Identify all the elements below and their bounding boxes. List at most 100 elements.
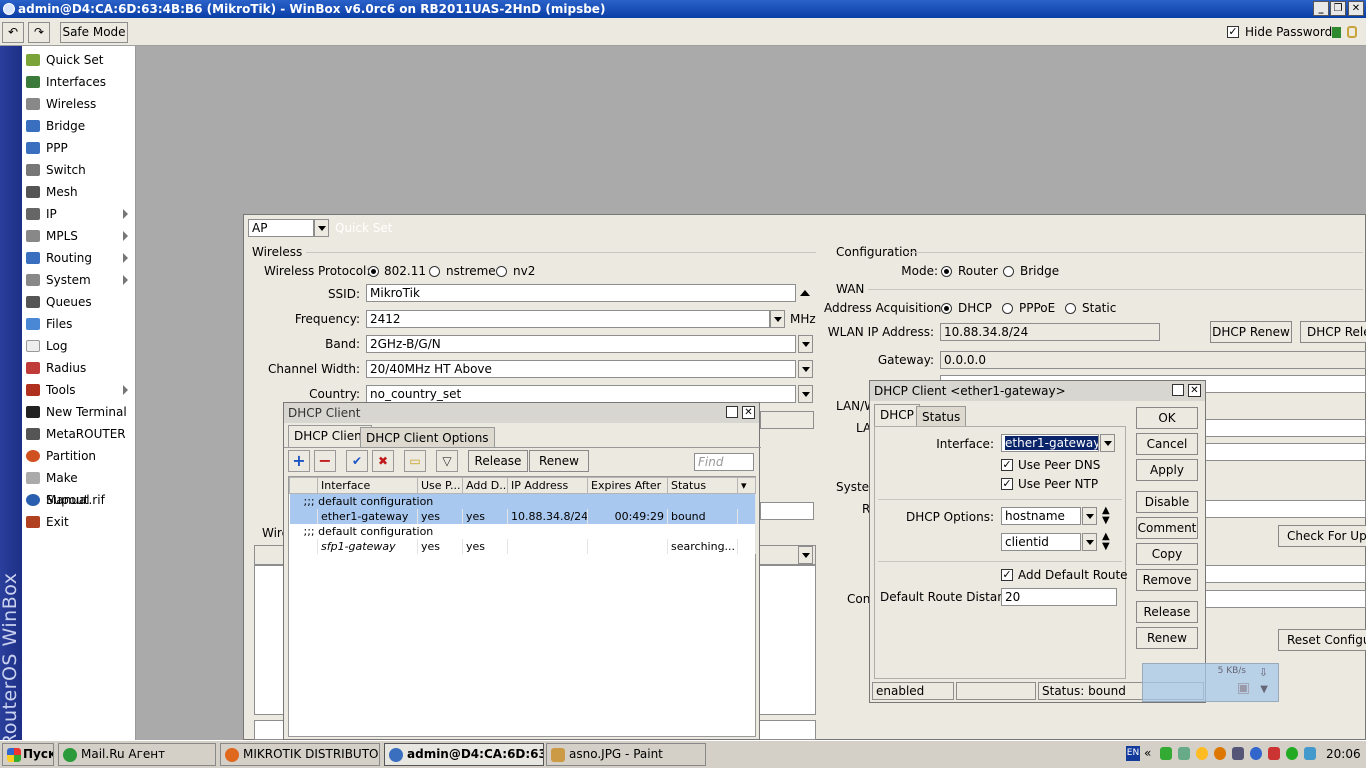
mode-router-radio[interactable] <box>941 266 952 277</box>
dhcp-renew-button[interactable]: DHCP Renew <box>1210 321 1292 343</box>
renew-button[interactable]: Renew <box>529 450 589 472</box>
hidden-field-2[interactable] <box>760 502 814 520</box>
cancel-button[interactable]: Cancel <box>1136 433 1198 455</box>
close-icon[interactable]: ✕ <box>1348 1 1364 16</box>
use-peer-ntp-checkbox[interactable]: ✓ <box>1001 478 1013 490</box>
dhcp-option-1-dropdown-icon[interactable] <box>1082 507 1097 525</box>
start-button[interactable]: Пуск <box>2 743 54 766</box>
tray-expand-icon[interactable]: « <box>1144 746 1151 760</box>
use-peer-dns-checkbox[interactable]: ✓ <box>1001 459 1013 471</box>
sidebar-item-mpls[interactable]: MPLS <box>22 225 136 247</box>
col-ip-address[interactable]: IP Address <box>507 477 588 494</box>
tray-mail-icon[interactable] <box>1196 747 1208 760</box>
hide-passwords-checkbox[interactable]: ✓ <box>1227 26 1239 38</box>
sidebar-item-ppp[interactable]: PPP <box>22 137 136 159</box>
dhcp-option-2-dropdown-icon[interactable] <box>1082 533 1097 551</box>
sidebar-item-make-supout[interactable]: Make Supout.rif <box>22 467 136 507</box>
sidebar-item-bridge[interactable]: Bridge <box>22 115 136 137</box>
interface-field[interactable]: ether1-gateway <box>1001 434 1099 452</box>
safe-mode-button[interactable]: Safe Mode <box>60 22 128 43</box>
comment-icon[interactable]: ▭ <box>404 450 426 472</box>
disable-x-icon[interactable]: ✖ <box>372 450 394 472</box>
sidebar-item-queues[interactable]: Queues <box>22 291 136 313</box>
tray-volume-icon[interactable] <box>1304 747 1316 760</box>
acq-pppoe-radio[interactable] <box>1002 303 1013 314</box>
col-add-default[interactable]: Add D... <box>462 477 508 494</box>
add-default-route-checkbox[interactable]: ✓ <box>1001 569 1013 581</box>
col-use-peer[interactable]: Use P... <box>417 477 463 494</box>
tab-dhcp-client-options[interactable]: DHCP Client Options <box>360 427 495 447</box>
redo-icon[interactable]: ↷ <box>28 22 50 43</box>
table-row[interactable]: ether1-gateway yes yes 10.88.34.8/24 00:… <box>289 508 756 524</box>
ok-button[interactable]: OK <box>1136 407 1198 429</box>
remove-icon[interactable]: − <box>314 450 336 472</box>
sidebar-item-system[interactable]: System <box>22 269 136 291</box>
dhcp-client-title[interactable]: DHCP Client <box>284 403 759 423</box>
sidebar-item-metarouter[interactable]: MetaROUTER <box>22 423 136 445</box>
quickset-mode-select[interactable]: AP <box>248 219 314 237</box>
taskbar-item-paint[interactable]: asno.JPG - Paint <box>546 743 706 766</box>
tray-power-icon[interactable] <box>1250 747 1262 760</box>
protocol-nv2-radio[interactable] <box>496 266 507 277</box>
tray-network-icon[interactable] <box>1232 747 1244 760</box>
tray-app-icon[interactable] <box>1178 747 1190 760</box>
sidebar-item-partition[interactable]: Partition <box>22 445 136 467</box>
country-dropdown-icon[interactable] <box>798 385 813 403</box>
router-identity-field[interactable] <box>1204 500 1366 518</box>
table-row[interactable]: ;;; default configuration <box>289 493 756 509</box>
frequency-dropdown-icon[interactable] <box>770 310 785 328</box>
sidebar-item-tools[interactable]: Tools <box>22 379 136 401</box>
band-field[interactable]: 2GHz-B/G/N <box>366 335 796 353</box>
sidebar-item-manual[interactable]: Manual <box>22 489 136 511</box>
tray-signal-icon[interactable] <box>1160 747 1172 760</box>
traffic-monitor-widget[interactable]: 5 KB/s ⇩ ▣ ▼ <box>1142 663 1279 702</box>
enable-check-icon[interactable]: ✔ <box>346 450 368 472</box>
tab-dhcp[interactable]: DHCP <box>874 404 920 426</box>
check-for-updates-button[interactable]: Check For Updat <box>1278 525 1366 547</box>
sidebar-item-files[interactable]: Files <box>22 313 136 335</box>
restore-icon[interactable]: ❐ <box>1330 1 1346 16</box>
taskbar-item-firefox[interactable]: MIKROTIK DISTRIBUTOR... <box>220 743 380 766</box>
dhcp-release-button[interactable]: DHCP Relea <box>1300 321 1366 343</box>
undo-icon[interactable]: ↶ <box>2 22 24 43</box>
lan-mask-field[interactable] <box>1204 443 1366 461</box>
sidebar-item-routing[interactable]: Routing <box>22 247 136 269</box>
wire-columns-dropdown-icon[interactable] <box>798 546 813 564</box>
interface-dropdown-icon[interactable] <box>1100 434 1115 452</box>
tab-status[interactable]: Status <box>916 406 967 426</box>
release-button[interactable]: Release <box>468 450 528 472</box>
acq-static-radio[interactable] <box>1065 303 1076 314</box>
protocol-80211-radio[interactable] <box>368 266 379 277</box>
add-icon[interactable]: + <box>288 450 310 472</box>
dhcp-option-2-field[interactable]: clientid <box>1001 533 1081 551</box>
lan-ip-field[interactable] <box>1204 419 1366 437</box>
filter-icon[interactable]: ▽ <box>436 450 458 472</box>
maximize-icon[interactable] <box>726 406 738 418</box>
channel-width-dropdown-icon[interactable] <box>798 360 813 378</box>
tray-firefox-icon[interactable] <box>1214 747 1226 760</box>
clock[interactable]: 20:06 <box>1326 747 1361 761</box>
sidebar-item-radius[interactable]: Radius <box>22 357 136 379</box>
comment-button[interactable]: Comment <box>1136 517 1198 539</box>
acq-dhcp-radio[interactable] <box>941 303 952 314</box>
country-field[interactable]: no_country_set <box>366 385 796 403</box>
release-button[interactable]: Release <box>1136 601 1198 623</box>
sidebar-item-ip[interactable]: IP <box>22 203 136 225</box>
remove-button[interactable]: Remove <box>1136 569 1198 591</box>
col-interface[interactable]: Interface <box>317 477 418 494</box>
reset-configuration-button[interactable]: Reset Configurati <box>1278 629 1366 651</box>
columns-dropdown-icon[interactable]: ▾ <box>737 477 756 494</box>
disable-button[interactable]: Disable <box>1136 491 1198 513</box>
dhcp-edit-title[interactable]: DHCP Client <ether1-gateway> <box>870 381 1205 401</box>
col-expires-after[interactable]: Expires After <box>587 477 668 494</box>
dhcp-option-1-reorder-icon[interactable]: ▲ ▼ <box>1102 506 1110 526</box>
table-row[interactable]: ;;; default configuration <box>289 523 756 539</box>
band-dropdown-icon[interactable] <box>798 335 813 353</box>
sidebar-item-exit[interactable]: Exit <box>22 511 136 533</box>
copy-button[interactable]: Copy <box>1136 543 1198 565</box>
collapse-arrow-icon[interactable] <box>800 290 810 296</box>
taskbar-item-mailru[interactable]: Mail.Ru Агент <box>58 743 216 766</box>
confirm-password-field[interactable] <box>1204 590 1366 608</box>
sidebar-item-switch[interactable]: Switch <box>22 159 136 181</box>
sidebar-item-wireless[interactable]: Wireless <box>22 93 136 115</box>
